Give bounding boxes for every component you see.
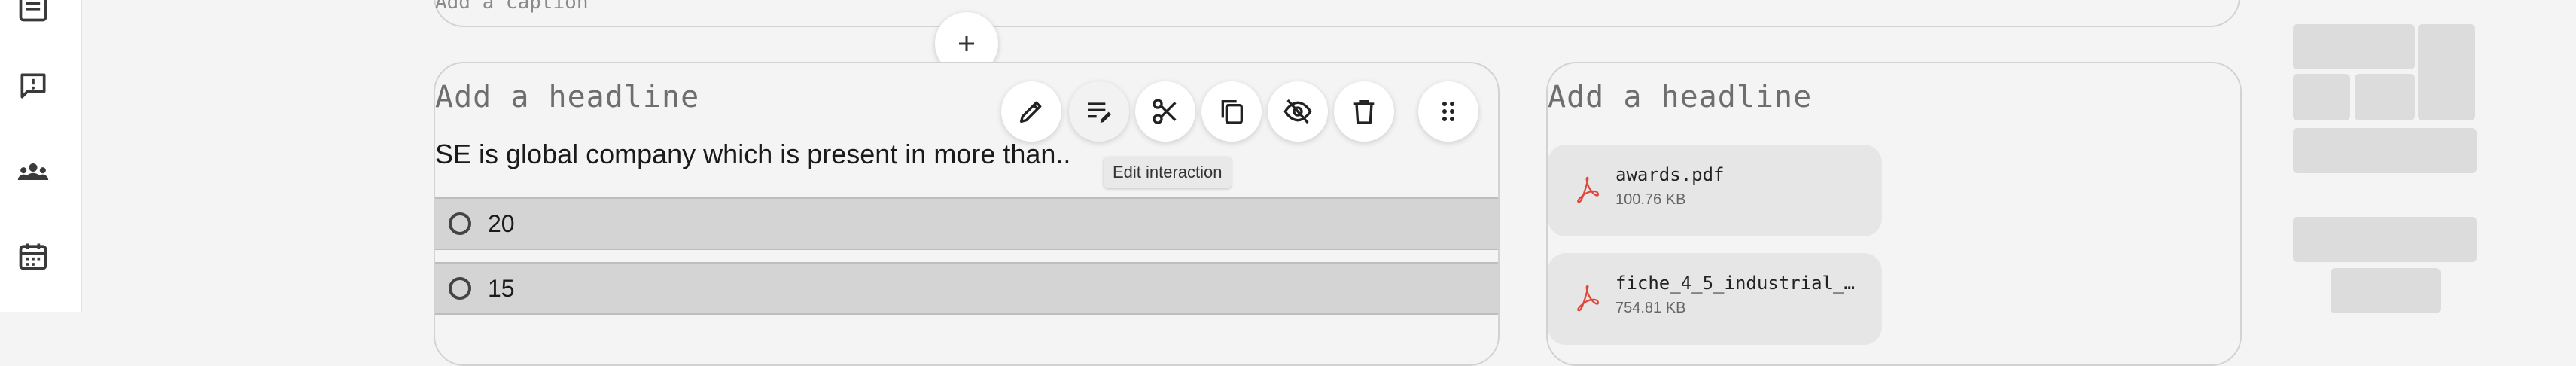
pdf-icon	[1577, 176, 1599, 203]
file-attachment[interactable]: fiche_4_5_industrial_h… 754.81 KB	[1548, 253, 1882, 345]
file-name: awards.pdf	[1615, 164, 1725, 185]
calendar-icon[interactable]	[17, 239, 50, 273]
radio-button[interactable]	[449, 212, 471, 235]
caption-input[interactable]: Add a caption	[435, 0, 589, 14]
file-size: 100.76 KB	[1615, 191, 1686, 208]
file-name: fiche_4_5_industrial_h…	[1615, 273, 1864, 294]
file-size: 754.81 KB	[1615, 300, 1686, 316]
previous-block-card	[434, 0, 2240, 27]
drag-handle-button[interactable]	[1418, 81, 1478, 142]
edit-interaction-button[interactable]	[1069, 81, 1129, 142]
edit-interaction-icon	[1088, 102, 1111, 123]
copy-button[interactable]	[1201, 81, 1262, 142]
headline-input[interactable]: Add a headline	[1548, 80, 1812, 114]
file-attachment[interactable]: awards.pdf 100.76 KB	[1548, 145, 1882, 236]
layout-thumbnail-block[interactable]	[2418, 24, 2475, 120]
delete-button[interactable]	[1334, 81, 1394, 142]
list-icon[interactable]	[17, 0, 50, 24]
feedback-icon[interactable]	[17, 69, 50, 102]
answer-option-label: 15	[488, 274, 515, 302]
layout-thumbnail-block[interactable]	[2331, 268, 2441, 313]
layout-thumbnail-block[interactable]	[2293, 128, 2477, 173]
answer-option[interactable]: 15	[435, 262, 1498, 315]
scissors-icon	[1153, 99, 1177, 124]
edit-button[interactable]	[1001, 81, 1061, 142]
question-text[interactable]: SE is global company which is present in…	[435, 139, 1070, 170]
groups-icon[interactable]	[17, 155, 50, 188]
drag-handle-icon	[1442, 102, 1454, 121]
copy-icon	[1221, 100, 1243, 124]
hide-button[interactable]	[1268, 81, 1328, 142]
pdf-icon	[1577, 285, 1599, 312]
layout-thumbnail-block[interactable]	[2293, 217, 2477, 262]
eye-off-icon	[1283, 99, 1312, 124]
files-block-card[interactable]: Add a headline awards.pdf 100.76 KB fich…	[1546, 62, 2242, 366]
layout-thumbnail-block[interactable]	[2355, 74, 2415, 120]
trash-icon	[1353, 100, 1375, 124]
plus-icon	[959, 36, 974, 51]
radio-button[interactable]	[449, 277, 471, 300]
answer-option[interactable]: 20	[435, 197, 1498, 250]
headline-input[interactable]: Add a headline	[435, 80, 699, 114]
answer-option-label: 20	[488, 209, 515, 237]
layout-thumbnail-block[interactable]	[2293, 74, 2350, 120]
cut-button[interactable]	[1135, 81, 1195, 142]
left-sidebar	[0, 0, 82, 312]
pencil-icon	[1020, 101, 1042, 123]
tooltip: Edit interaction	[1104, 157, 1232, 188]
layout-thumbnail-block[interactable]	[2293, 24, 2415, 69]
